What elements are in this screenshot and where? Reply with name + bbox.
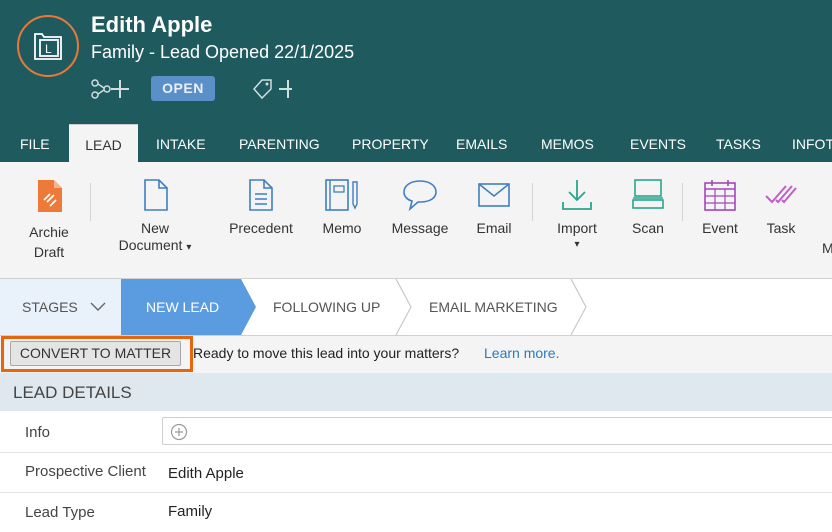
row-divider (0, 452, 832, 453)
tab-info[interactable]: INFOT (782, 124, 832, 162)
email-button[interactable]: Email (468, 162, 520, 242)
add-relationship-icon[interactable] (90, 77, 130, 101)
info-label: Info (25, 424, 51, 441)
status-badge[interactable]: OPEN (151, 76, 215, 101)
memo-button[interactable]: Memo (312, 162, 372, 242)
archie-draft-button[interactable]: Archie Draft (18, 162, 80, 272)
archie-draft-icon (38, 180, 62, 212)
add-circle-icon[interactable] (170, 423, 188, 441)
stage-divider (570, 279, 587, 335)
tab-parenting[interactable]: PARENTING (229, 124, 330, 162)
convert-to-matter-button[interactable]: CONVERT TO MATTER (10, 341, 181, 366)
import-button[interactable]: Import ▾ (546, 162, 608, 262)
tab-file[interactable]: FILE (10, 124, 60, 162)
tab-events[interactable]: EVENTS (620, 124, 696, 162)
stages-bar: STAGES NEW LEAD FOLLOWING UP EMAIL MARKE… (0, 279, 832, 336)
svg-text:L: L (45, 42, 52, 56)
scan-icon (632, 179, 664, 209)
lead-subtitle: Family - Lead Opened 22/1/2025 (91, 42, 355, 62)
tab-tasks[interactable]: TASKS (706, 124, 771, 162)
task-icon (765, 185, 797, 204)
lead-type-value[interactable]: Family (168, 503, 212, 520)
tab-lead[interactable]: LEAD (69, 124, 138, 162)
message-button[interactable]: Message (386, 162, 454, 242)
chevron-down-icon: ▾ (574, 239, 580, 250)
event-button[interactable]: Event (694, 162, 746, 242)
memo-icon (325, 179, 358, 211)
lead-folder-icon: L (34, 33, 62, 60)
stage-following-up[interactable]: FOLLOWING UP (273, 279, 380, 335)
chevron-down-icon (90, 302, 106, 311)
stage-email-marketing[interactable]: EMAIL MARKETING (429, 279, 558, 335)
stage-new-lead[interactable]: NEW LEAD (146, 279, 219, 335)
prospective-client-label: Prospective Client (25, 463, 146, 480)
ribbon-divider (532, 183, 533, 221)
tab-property[interactable]: PROPERTY (342, 124, 439, 162)
ribbon-toolbar: Archie Draft New Document ▾ Precedent Me… (0, 162, 832, 279)
learn-more-link[interactable]: Learn more. (484, 345, 559, 361)
prospective-client-value[interactable]: Edith Apple (168, 465, 244, 482)
stages-menu[interactable]: STAGES (0, 279, 121, 335)
row-divider (0, 492, 832, 493)
lead-type-label: Lead Type (25, 504, 95, 521)
tab-memos[interactable]: MEMOS (531, 124, 604, 162)
calendar-icon (704, 180, 736, 211)
ribbon-divider (682, 183, 683, 221)
convert-prompt: Ready to move this lead into your matter… (193, 345, 460, 361)
matter-header: L Edith Apple Family - Lead Opened 22/1/… (0, 0, 832, 162)
new-document-button[interactable]: New Document ▾ (112, 162, 198, 262)
more-button[interactable]: M (818, 162, 832, 262)
message-icon (403, 180, 437, 212)
client-name: Edith Apple (91, 12, 213, 37)
tab-intake[interactable]: INTAKE (146, 124, 216, 162)
email-icon (478, 183, 510, 207)
ribbon-divider (90, 183, 91, 221)
tab-emails[interactable]: EMAILS (446, 124, 517, 162)
add-tag-icon[interactable] (252, 77, 292, 101)
chevron-down-icon: ▾ (186, 242, 192, 253)
info-field[interactable] (162, 417, 832, 445)
precedent-icon (249, 179, 273, 211)
task-button[interactable]: Task (756, 162, 806, 242)
import-icon (562, 180, 592, 210)
precedent-button[interactable]: Precedent (224, 162, 298, 242)
lead-details-header[interactable]: LEAD DETAILS (0, 373, 832, 411)
new-document-icon (144, 179, 168, 211)
lead-avatar: L (17, 15, 79, 77)
scan-button[interactable]: Scan (624, 162, 672, 242)
stage-divider (395, 279, 412, 335)
